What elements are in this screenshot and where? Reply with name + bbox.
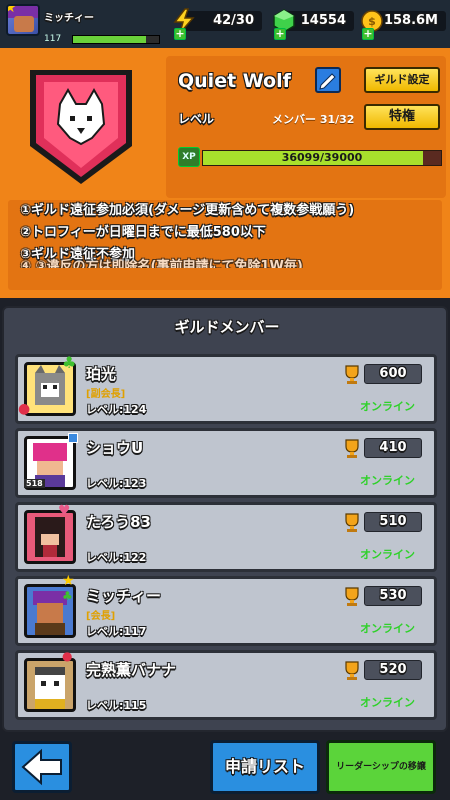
description-line: ②トロフィーが日曜日までに最低580以下 (20, 225, 266, 240)
member-row[interactable]: ★ ♣ ミッチィー [会長] レベル:117 530 オンライン (15, 573, 437, 646)
badge-icon (68, 433, 78, 443)
guild-emblem[interactable] (22, 64, 140, 188)
member-trophies: 520 (364, 660, 422, 680)
member-level: レベル:122 (86, 551, 147, 564)
guild-description: ①ギルド遠征参加必須(ダメージ更新含めて複数参戦願う) ②トロフィーが日曜日まで… (0, 200, 450, 298)
guild-xp-bar: XP 36099/39000 (178, 147, 442, 169)
add-coins-button[interactable]: + (362, 28, 374, 40)
strawberry-icon: ● (18, 401, 31, 417)
member-name: 珀光 (86, 365, 117, 383)
trophy-icon (345, 439, 359, 458)
back-button[interactable] (12, 741, 72, 793)
description-line: ①ギルド遠征参加必須(ダメージ更新含めて複数参戦願う) (20, 203, 355, 218)
trophy-icon (345, 587, 359, 606)
star-icon: ★ (62, 573, 75, 589)
request-list-button[interactable]: 申請リスト (210, 740, 320, 794)
perks-button[interactable]: 特権 (364, 104, 440, 130)
energy-value: 42/30 (213, 13, 254, 28)
member-level: レベル:115 (86, 699, 147, 712)
gem-value: 14554 (300, 13, 346, 28)
member-badge: 518 (24, 479, 45, 488)
member-trophies: 510 (364, 512, 422, 532)
trophy-icon (345, 513, 359, 532)
pencil-icon (319, 73, 336, 90)
member-row[interactable]: ● 完熟薫バナナ レベル:115 520 オンライン (15, 649, 437, 720)
player-level: 117 (44, 34, 62, 44)
top-bar: ★ ミッチィー 117 42/30 + 14554 + 158.6M $ + (0, 0, 450, 48)
guild-member-count: メンバー 31/32 (272, 113, 355, 126)
back-arrow-icon (21, 748, 62, 786)
guild-xp-text: 36099/39000 (281, 151, 363, 164)
star-icon: ★ (8, 6, 17, 16)
guild-name: Quiet Wolf (178, 70, 291, 92)
member-name: ミッチィー (86, 587, 162, 605)
transfer-leadership-button[interactable]: リーダーシップの移譲 (326, 740, 436, 794)
clover-icon: ♣ (62, 589, 73, 603)
xp-badge: XP (178, 147, 200, 167)
members-title: ギルドメンバー (174, 318, 280, 336)
mushroom-icon: ● (62, 649, 73, 663)
member-row[interactable]: ♣ ● 珀光 [副会長] レベル:124 600 オンライン (15, 353, 437, 424)
member-name: 完熟薫バナナ (86, 661, 177, 679)
clover-icon: ♣ (62, 353, 77, 372)
add-gems-button[interactable]: + (274, 28, 286, 40)
member-name: ショウU (86, 439, 144, 457)
player-xp-bar (72, 35, 160, 44)
guild-settings-button[interactable]: ギルド設定 (364, 67, 440, 93)
heart-icon: ♥ (58, 503, 71, 519)
member-trophies: 530 (364, 586, 422, 606)
member-level: レベル:123 (86, 477, 147, 490)
member-role: [副会長] (86, 389, 126, 400)
coin-value: 158.6M (383, 13, 438, 28)
member-avatar (24, 658, 76, 712)
member-row[interactable]: 518 ショウU レベル:123 410 オンライン (15, 428, 437, 498)
guild-level-label: レベル (178, 112, 215, 126)
trophy-icon (345, 661, 359, 680)
member-status: オンライン (360, 474, 415, 487)
member-status: オンライン (360, 400, 415, 413)
player-avatar[interactable]: ★ (6, 4, 40, 36)
member-status: オンライン (360, 548, 415, 561)
trophy-icon (345, 365, 359, 384)
description-line: ④ ③違反の方は即除名(事前申請にて免除1W毎) (20, 259, 303, 268)
add-energy-button[interactable]: + (174, 28, 186, 40)
member-trophies: 410 (364, 438, 422, 458)
member-level: レベル:117 (86, 625, 147, 638)
member-name: たろう83 (86, 513, 151, 531)
member-row[interactable]: ♥ たろう83 レベル:122 510 オンライン (15, 502, 437, 572)
member-status: オンライン (360, 696, 415, 709)
player-name: ミッチィー (44, 13, 94, 24)
member-status: オンライン (360, 622, 415, 635)
member-level: レベル:124 (86, 403, 147, 416)
members-panel[interactable]: ギルドメンバー ♣ ● 珀光 [副会長] レベル:124 600 オンライン 5… (2, 306, 448, 732)
edit-guild-name-button[interactable] (315, 67, 341, 93)
member-role: [会長] (86, 611, 116, 622)
member-trophies: 600 (364, 364, 422, 384)
